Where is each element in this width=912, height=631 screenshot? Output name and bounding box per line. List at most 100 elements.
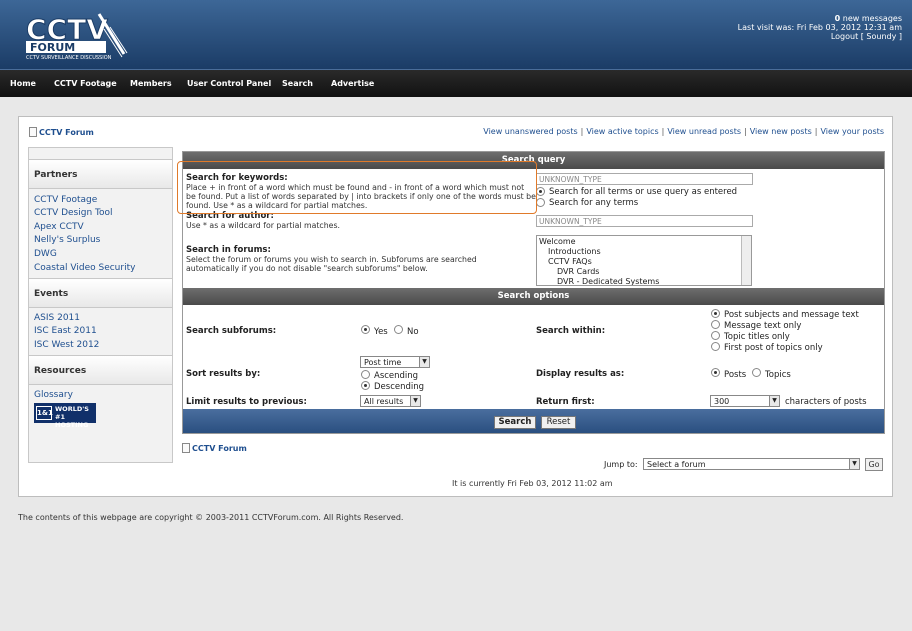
event-link[interactable]: ASIS 2011 xyxy=(34,313,80,323)
content-panel: CCTV Forum View unanswered posts | View ac… xyxy=(18,116,893,497)
document-icon xyxy=(29,127,37,137)
within-option-label: Message text only xyxy=(724,321,802,331)
nav-cctv-footage[interactable]: CCTV Footage xyxy=(54,79,117,88)
nav-search[interactable]: Search xyxy=(282,79,313,88)
user-status: 0 new messages Last visit was: Fri Feb 0… xyxy=(738,14,902,41)
bottom-breadcrumb: CCTV Forum xyxy=(182,443,247,453)
subforums-yes-radio[interactable] xyxy=(361,325,370,334)
forums-listbox[interactable]: Welcome Introductions CCTV FAQs DVR Card… xyxy=(536,235,752,286)
link-active-topics[interactable]: View active topics xyxy=(586,127,658,136)
jump-to-select[interactable]: Select a forum ▼ xyxy=(643,458,860,470)
within-option-label: First post of topics only xyxy=(724,343,823,353)
within-first-post-radio[interactable] xyxy=(711,342,720,351)
partner-link[interactable]: Apex CCTV xyxy=(34,222,84,232)
quick-links: View unanswered posts | View active topics… xyxy=(483,127,884,136)
display-topics-radio[interactable] xyxy=(752,368,761,377)
link-unanswered-posts[interactable]: View unanswered posts xyxy=(483,127,577,136)
sort-select[interactable]: Post time ▼ xyxy=(360,356,430,368)
list-item[interactable]: DVR Cards xyxy=(557,267,599,276)
author-input[interactable]: UNKNOWN_TYPE xyxy=(536,215,753,227)
keywords-input[interactable]: UNKNOWN_TYPE xyxy=(536,173,753,185)
return-first-label: Return first: xyxy=(536,397,595,407)
event-link[interactable]: ISC East 2011 xyxy=(34,326,97,336)
return-first-suffix: characters of posts xyxy=(785,397,867,407)
display-posts-radio[interactable] xyxy=(711,368,720,377)
partner-link[interactable]: Nelly's Surplus xyxy=(34,235,100,245)
partner-link[interactable]: Coastal Video Security xyxy=(34,263,135,273)
subforums-yes-label: Yes xyxy=(374,327,388,337)
jump-to-label: Jump to: xyxy=(604,460,638,469)
event-link[interactable]: ISC West 2012 xyxy=(34,340,99,350)
nav-advertise[interactable]: Advertise xyxy=(331,79,374,88)
display-as-label: Display results as: xyxy=(536,369,625,379)
keywords-label: Search for keywords: xyxy=(186,173,288,183)
nav-user-control-panel[interactable]: User Control Panel xyxy=(187,79,271,88)
events-heading: Events xyxy=(29,278,172,308)
sidebar: Partners CCTV Footage CCTV Design Tool A… xyxy=(28,147,173,463)
subforums-label: Search subforums: xyxy=(186,326,277,336)
sort-ascending-radio[interactable] xyxy=(361,370,370,379)
new-messages-count: 0 xyxy=(834,14,841,23)
partner-link[interactable]: DWG xyxy=(34,249,57,259)
display-posts-label: Posts xyxy=(724,370,747,380)
forums-label: Search in forums: xyxy=(186,245,271,255)
site-header: CCTV FORUM CCTV SURVEILLANCE DISCUSSION … xyxy=(0,0,912,69)
within-message-only-radio[interactable] xyxy=(711,320,720,329)
chevron-down-icon: ▼ xyxy=(769,396,779,406)
last-visit-text: Last visit was: Fri Feb 03, 2012 12:31 a… xyxy=(737,23,902,32)
chevron-down-icon: ▼ xyxy=(419,357,429,367)
search-query-heading: Search query xyxy=(183,152,884,169)
logout-link[interactable]: Logout [ Soundy ] xyxy=(831,32,902,41)
bottom-breadcrumb-forum-link[interactable]: CCTV Forum xyxy=(192,444,247,453)
keywords-hint: Place + in front of a word which must be… xyxy=(186,183,536,210)
list-item[interactable]: DVR - Dedicated Systems xyxy=(557,277,659,285)
form-button-bar: Search Reset xyxy=(183,409,884,433)
cctv-forum-logo[interactable]: CCTV FORUM CCTV SURVEILLANCE DISCUSSION xyxy=(24,9,128,61)
search-all-terms-radio[interactable] xyxy=(536,187,545,196)
link-your-posts[interactable]: View your posts xyxy=(820,127,884,136)
nav-members[interactable]: Members xyxy=(130,79,172,88)
search-all-terms-label: Search for all terms or use query as ent… xyxy=(549,187,738,197)
chevron-down-icon: ▼ xyxy=(410,396,420,406)
forums-hint: Select the forum or forums you wish to s… xyxy=(186,255,477,273)
main-nav: Home CCTV Footage Members User Control P… xyxy=(0,69,912,97)
limit-select[interactable]: All results ▼ xyxy=(360,395,421,407)
svg-text:CCTV SURVEILLANCE DISCUSSION: CCTV SURVEILLANCE DISCUSSION xyxy=(26,55,112,61)
breadcrumb: CCTV Forum xyxy=(29,127,94,137)
reset-button[interactable]: Reset xyxy=(541,416,576,429)
within-subjects-text-radio[interactable] xyxy=(711,309,720,318)
partner-link[interactable]: CCTV Footage xyxy=(34,195,97,205)
sort-descending-label: Descending xyxy=(374,382,425,392)
search-any-terms-radio[interactable] xyxy=(536,198,545,207)
return-first-select[interactable]: 300 ▼ xyxy=(710,395,780,407)
search-form: Search query Search for keywords: Place … xyxy=(182,151,885,434)
list-item[interactable]: Introductions xyxy=(548,247,601,256)
link-unread-posts[interactable]: View unread posts xyxy=(667,127,741,136)
search-within-label: Search within: xyxy=(536,326,606,336)
subforums-no-radio[interactable] xyxy=(394,325,403,334)
search-button[interactable]: Search xyxy=(494,416,536,429)
glossary-link[interactable]: Glossary xyxy=(34,390,73,400)
within-option-label: Post subjects and message text xyxy=(724,310,859,320)
hosting-ad-banner[interactable]: 1&1 WORLD'S #1 HOSTING xyxy=(34,403,96,429)
partner-link[interactable]: CCTV Design Tool xyxy=(34,208,113,218)
breadcrumb-forum-link[interactable]: CCTV Forum xyxy=(39,128,94,137)
listbox-scrollbar[interactable] xyxy=(741,236,751,285)
sort-descending-radio[interactable] xyxy=(361,381,370,390)
partners-heading: Partners xyxy=(29,159,172,189)
sort-label: Sort results by: xyxy=(186,369,261,379)
new-messages-link[interactable]: new messages xyxy=(843,14,902,23)
search-any-terms-label: Search for any terms xyxy=(549,198,639,208)
current-time: It is currently Fri Feb 03, 2012 11:02 a… xyxy=(452,479,613,488)
list-item[interactable]: Welcome xyxy=(539,237,576,246)
within-titles-only-radio[interactable] xyxy=(711,331,720,340)
list-item[interactable]: CCTV FAQs xyxy=(548,257,592,266)
nav-home[interactable]: Home xyxy=(10,79,36,88)
go-button[interactable]: Go xyxy=(865,458,883,471)
within-option-label: Topic titles only xyxy=(724,332,790,342)
subforums-no-label: No xyxy=(407,327,419,337)
document-icon xyxy=(182,443,190,453)
copyright-footer: The contents of this webpage are copyrig… xyxy=(18,513,404,522)
resources-heading: Resources xyxy=(29,355,172,385)
link-new-posts[interactable]: View new posts xyxy=(750,127,812,136)
